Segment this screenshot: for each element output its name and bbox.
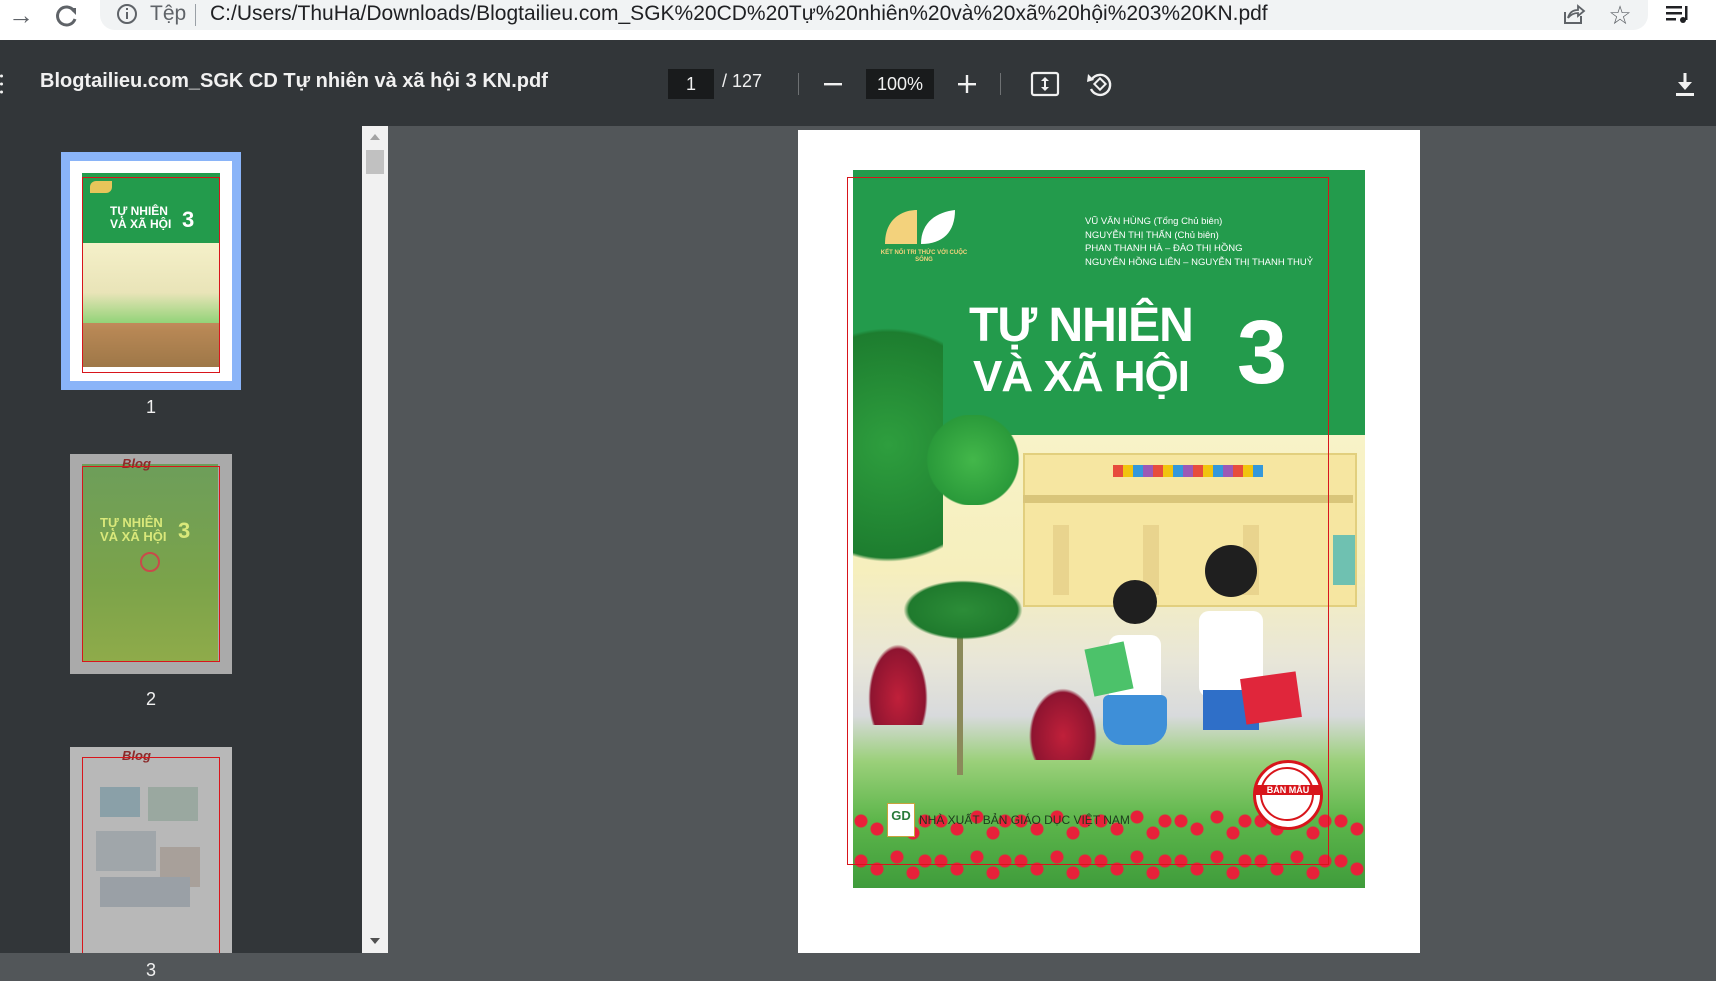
zoom-out-icon[interactable] (820, 72, 846, 96)
url-text[interactable]: C:/Users/ThuHa/Downloads/Blogtailieu.com… (210, 0, 1268, 30)
thumbnail-page-1: TỰ NHIÊN VÀ XÃ HỘI 3 (70, 161, 232, 381)
url-divider (195, 4, 196, 26)
thumbnail-page-2[interactable]: Blog TỰ NHIÊN VÀ XÃ HỘI 3 (70, 454, 232, 674)
scrollbar-thumb[interactable] (366, 150, 384, 174)
page-total-label: / 127 (722, 71, 763, 91)
forward-icon[interactable]: → (6, 0, 36, 30)
document-title: Blogtailieu.com_SGK CD Tự nhiên và xã hộ… (40, 70, 548, 92)
url-scheme-label: Tệp (150, 2, 187, 25)
share-icon[interactable] (1560, 2, 1586, 28)
thumbnail-page-3[interactable]: Blog (70, 747, 232, 953)
crop-frame (847, 177, 1329, 865)
info-icon[interactable] (116, 3, 138, 25)
fit-page-icon[interactable] (1030, 70, 1060, 98)
rotate-icon[interactable] (1084, 70, 1114, 98)
star-icon[interactable]: ☆ (1605, 0, 1635, 30)
thumbnail-number: 1 (145, 397, 156, 417)
thumbnail-1-selected[interactable]: TỰ NHIÊN VÀ XÃ HỘI 3 (61, 152, 241, 390)
zoom-level-input[interactable]: 100% (866, 69, 934, 99)
menu-icon[interactable] (0, 72, 6, 96)
scroll-down-icon[interactable] (368, 934, 382, 946)
sidebar-scrollbar[interactable] (362, 126, 388, 953)
pdf-page-1: KẾT NỐI TRI THỨC VỚI CUỘC SỐNG VŨ VĂN HÙ… (798, 130, 1420, 953)
thumbnail-number: 2 (145, 689, 156, 709)
toolbar-divider (798, 73, 799, 95)
reload-icon[interactable] (52, 2, 82, 30)
scroll-up-icon[interactable] (368, 130, 382, 142)
download-icon[interactable] (1672, 70, 1698, 98)
reading-list-icon[interactable] (1664, 2, 1692, 28)
toolbar-divider (1000, 73, 1001, 95)
zoom-in-icon[interactable] (954, 72, 980, 96)
thumbnail-number: 3 (145, 960, 156, 980)
page-number-input[interactable]: 1 (668, 69, 714, 99)
